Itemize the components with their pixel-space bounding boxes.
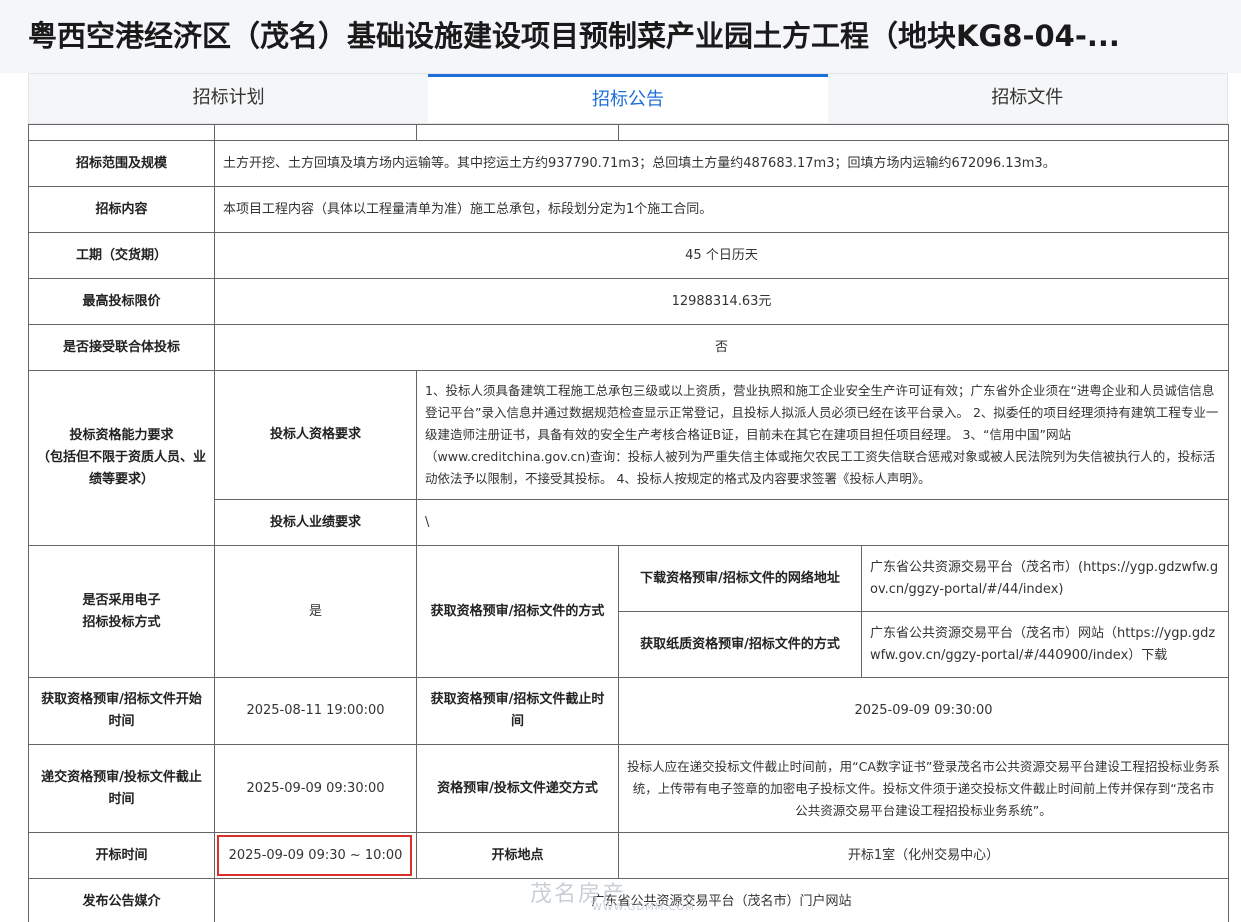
tab-bid-announcement[interactable]: 招标公告	[428, 74, 828, 123]
period-label: 工期（交货期）	[28, 232, 215, 279]
max-price-label: 最高投标限价	[28, 278, 215, 325]
tab-bar: 招标计划 招标公告 招标文件	[28, 73, 1228, 124]
performance-label: 投标人业绩要求	[214, 499, 417, 546]
scope-value: 土方开挖、土方回填及填方场内运输等。其中挖运土方约937790.71m3；总回填…	[214, 140, 1229, 187]
media-label: 发布公告媒介	[28, 878, 215, 922]
download-url-label: 下载资格预审/招标文件的网络地址	[618, 545, 862, 612]
table-row: 最高投标限价 12988314.63元	[28, 278, 1229, 325]
period-value: 45 个日历天	[214, 232, 1229, 279]
media-value: 广东省公共资源交易平台（茂名市）门户网站	[214, 878, 1229, 922]
scope-label: 招标范围及规模	[28, 140, 215, 187]
electronic-label: 是否采用电子 招标投标方式	[28, 545, 215, 678]
table-row: 递交资格预审/投标文件截止时间 2025-09-09 09:30:00 资格预审…	[28, 744, 1229, 833]
paper-method-label: 获取纸质资格预审/招标文件的方式	[618, 611, 862, 678]
tab-bid-plan[interactable]: 招标计划	[29, 74, 429, 123]
table-row: 招标范围及规模 土方开挖、土方回填及填方场内运输等。其中挖运土方约937790.…	[28, 140, 1229, 187]
bidder-qualification-value: 1、投标人须具备建筑工程施工总承包三级或以上资质，营业执照和施工企业安全生产许可…	[416, 370, 1229, 500]
table-row: 是否接受联合体投标 否	[28, 324, 1229, 371]
obtain-start-value: 2025-08-11 19:00:00	[214, 677, 417, 745]
title-bar: 粤西空港经济区（茂名）基础设施建设项目预制菜产业园土方工程（地块KG8-04-.…	[0, 0, 1241, 73]
submit-method-label: 资格预审/投标文件递交方式	[416, 744, 619, 833]
obtain-method-label: 获取资格预审/招标文件的方式	[416, 545, 619, 678]
table-cell	[28, 124, 215, 141]
table-row: 发布公告媒介 广东省公共资源交易平台（茂名市）门户网站	[28, 878, 1229, 922]
table-cell	[214, 124, 417, 141]
page-title: 粤西空港经济区（茂名）基础设施建设项目预制菜产业园土方工程（地块KG8-04-.…	[28, 19, 1120, 53]
opening-place-label: 开标地点	[416, 832, 619, 879]
submit-deadline-value: 2025-09-09 09:30:00	[214, 744, 417, 833]
table-row	[28, 124, 1229, 141]
table-row: 工期（交货期） 45 个日历天	[28, 232, 1229, 279]
joint-bid-label: 是否接受联合体投标	[28, 324, 215, 371]
obtain-end-label: 获取资格预审/招标文件截止时间	[416, 677, 619, 745]
qualification-label: 投标资格能力要求 （包括但不限于资质人员、业绩等要求）	[28, 370, 215, 546]
table-cell	[618, 124, 1229, 141]
joint-bid-value: 否	[214, 324, 1229, 371]
announcement-table: 招标范围及规模 土方开挖、土方回填及填方场内运输等。其中挖运土方约937790.…	[28, 124, 1229, 922]
content-label: 招标内容	[28, 186, 215, 233]
tab-bid-documents[interactable]: 招标文件	[827, 74, 1227, 123]
submit-method-value: 投标人应在递交投标文件截止时间前，用“CA数字证书”登录茂名市公共资源交易平台建…	[618, 744, 1229, 833]
submit-deadline-label: 递交资格预审/投标文件截止时间	[28, 744, 215, 833]
content-value: 本项目工程内容（具体以工程量清单为准）施工总承包，标段划分定为1个施工合同。	[214, 186, 1229, 233]
opening-time-label: 开标时间	[28, 832, 215, 879]
performance-value: \	[416, 499, 1229, 546]
bidder-qualification-label: 投标人资格要求	[214, 370, 417, 500]
table-cell	[416, 124, 619, 141]
paper-method-value[interactable]: 广东省公共资源交易平台（茂名市）网站（https://ygp.gdzwfw.go…	[861, 611, 1229, 678]
table-row: 招标内容 本项目工程内容（具体以工程量清单为准）施工总承包，标段划分定为1个施工…	[28, 186, 1229, 233]
obtain-start-label: 获取资格预审/招标文件开始时间	[28, 677, 215, 745]
max-price-value: 12988314.63元	[214, 278, 1229, 325]
table-row: 开标时间 2025-09-09 09:30 ~ 10:00 开标地点 开标1室（…	[28, 832, 1229, 879]
table-row: 获取资格预审/招标文件开始时间 2025-08-11 19:00:00 获取资格…	[28, 677, 1229, 745]
table-row: 是否采用电子 招标投标方式 是 获取资格预审/招标文件的方式 下载资格预审/招标…	[28, 545, 1229, 678]
download-url-value[interactable]: 广东省公共资源交易平台（茂名市）(https://ygp.gdzwfw.gov.…	[861, 545, 1229, 612]
obtain-end-value: 2025-09-09 09:30:00	[618, 677, 1229, 745]
highlight-box	[217, 835, 412, 876]
opening-place-value: 开标1室（化州交易中心）	[618, 832, 1229, 879]
electronic-value: 是	[214, 545, 417, 678]
table-row: 投标资格能力要求 （包括但不限于资质人员、业绩等要求） 投标人资格要求 1、投标…	[28, 370, 1229, 546]
opening-time-cell: 2025-09-09 09:30 ~ 10:00	[214, 832, 417, 879]
